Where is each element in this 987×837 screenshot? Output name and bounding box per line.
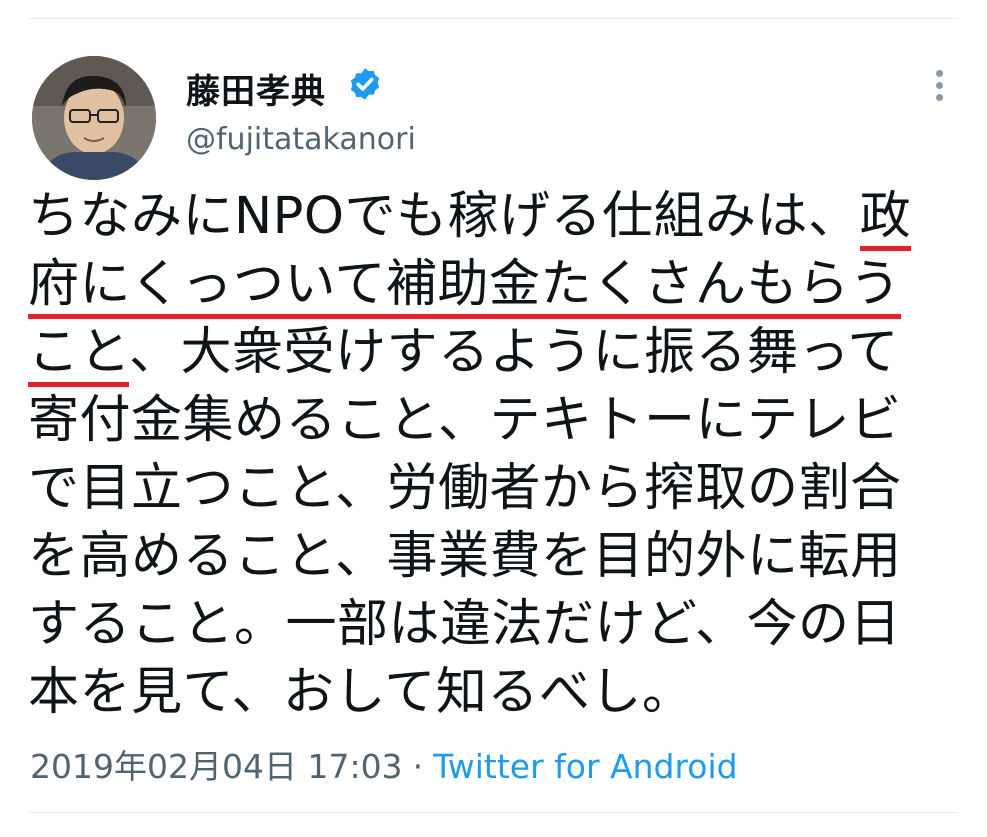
tweet-source-link[interactable]: Twitter for Android [433, 747, 738, 786]
avatar-photo [32, 56, 156, 180]
tweet-line: 寄付金集めること、テキトーにテレビ [28, 387, 968, 455]
underlined-text-segment: 政 [859, 187, 912, 251]
user-handle[interactable]: @fujitatakanori [186, 122, 416, 157]
tweet-line: を高めること、事業費を目的外に転用 [28, 523, 968, 591]
tweet-line: ちなみにNPOでも稼げる仕組みは、政 [28, 183, 968, 251]
tweet-line: すること。一部は違法だけど、今の日 [28, 591, 968, 659]
top-divider [28, 18, 958, 19]
more-vertical-icon[interactable] [928, 70, 950, 104]
avatar[interactable] [32, 56, 156, 180]
tweet-text-segment: ちなみにNPOでも稼げる仕組みは、 [28, 187, 860, 246]
tweet-text: ちなみにNPOでも稼げる仕組みは、政 府にくっついて補助金たくさんもらう こと、… [28, 183, 968, 727]
tweet-text-segment: で目立つこと、労働者から搾取の割合 [28, 459, 902, 518]
underlined-text-segment: 府にくっついて補助金たくさんもらう [28, 255, 901, 319]
tweet-line: 府にくっついて補助金たくさんもらう [28, 251, 968, 319]
tweet-text-segment: 寄付金集めること、テキトーにテレビ [28, 391, 902, 450]
tweet-meta: 2019年02月04日 17:03 · Twitter for Android [30, 740, 738, 788]
underlined-text-segment: こと [28, 323, 129, 387]
tweet-text-segment: 本を見て、おして知るべし。 [28, 663, 694, 722]
tweet-text-segment: を高めること、事業費を目的外に転用 [28, 527, 902, 586]
display-name[interactable]: 藤田孝典 [186, 64, 326, 113]
tweet-text-segment: 、大衆受けするように振る舞って [128, 323, 899, 382]
verified-badge-icon [350, 68, 380, 100]
tweet-timestamp[interactable]: 2019年02月04日 17:03 [30, 747, 403, 786]
tweet-line: こと、大衆受けするように振る舞って [28, 319, 968, 387]
meta-separator: · [412, 747, 424, 786]
tweet-line: で目立つこと、労働者から搾取の割合 [28, 455, 968, 523]
tweet-text-segment: すること。一部は違法だけど、今の日 [28, 595, 901, 654]
bottom-divider [28, 812, 958, 813]
tweet-line: 本を見て、おして知るべし。 [28, 659, 968, 727]
